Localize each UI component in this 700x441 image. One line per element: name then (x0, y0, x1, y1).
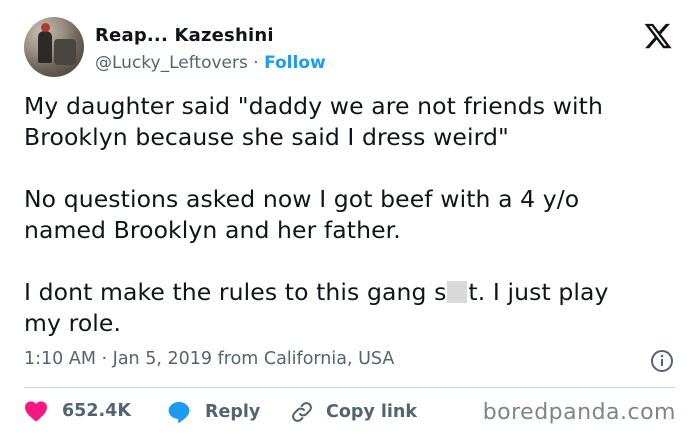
text-line: named Brooklyn and her father. (24, 216, 401, 244)
paragraph-2: No questions asked now I got beef with a… (24, 184, 676, 246)
avatar[interactable] (24, 17, 84, 77)
handle-separator: · (253, 53, 259, 73)
link-icon (292, 402, 312, 422)
tweet-header: Reap... Kazeshini @Lucky_Leftovers · Fol… (24, 17, 676, 79)
watermark: boredpanda.com (482, 400, 676, 425)
heart-icon (25, 401, 47, 422)
handle[interactable]: @Lucky_Leftovers (95, 53, 248, 73)
location: from California, USA (217, 349, 395, 369)
paragraph-1: My daughter said "daddy we are not frien… (24, 91, 676, 153)
tweet-meta: 1:10 AM · Jan 5, 2019 from California, U… (24, 349, 394, 369)
handle-row: @Lucky_Leftovers · Follow (95, 53, 326, 73)
censor-block (447, 281, 468, 303)
info-icon[interactable] (650, 349, 674, 373)
date[interactable]: Jan 5, 2019 (113, 349, 212, 369)
tweet-text: My daughter said "daddy we are not frien… (24, 91, 676, 339)
paragraph-3: I dont make the rules to this gang s t. I… (24, 277, 676, 339)
text-line: No questions asked now I got beef with a… (24, 185, 580, 213)
text-line: I dont make the rules to this gang s (24, 278, 447, 306)
x-logo-icon[interactable] (643, 21, 673, 51)
text-line: my role. (24, 309, 122, 337)
text-line: t. I just play (468, 278, 609, 306)
reply-button[interactable]: Reply (167, 400, 260, 424)
text-line: Brooklyn because she said I dress weird" (24, 123, 509, 151)
follow-button[interactable]: Follow (264, 53, 326, 73)
copy-link-button[interactable]: Copy link (290, 400, 417, 424)
copy-link-label: Copy link (326, 402, 417, 422)
speech-bubble-icon (168, 402, 190, 424)
meta-separator: · (101, 349, 108, 369)
timestamp[interactable]: 1:10 AM (24, 349, 96, 369)
divider (24, 387, 676, 388)
like-count: 652.4K (62, 401, 131, 421)
display-name[interactable]: Reap... Kazeshini (95, 25, 274, 46)
text-line: My daughter said "daddy we are not frien… (24, 92, 603, 120)
like-button[interactable]: 652.4K (24, 400, 131, 422)
reply-label: Reply (205, 402, 261, 422)
